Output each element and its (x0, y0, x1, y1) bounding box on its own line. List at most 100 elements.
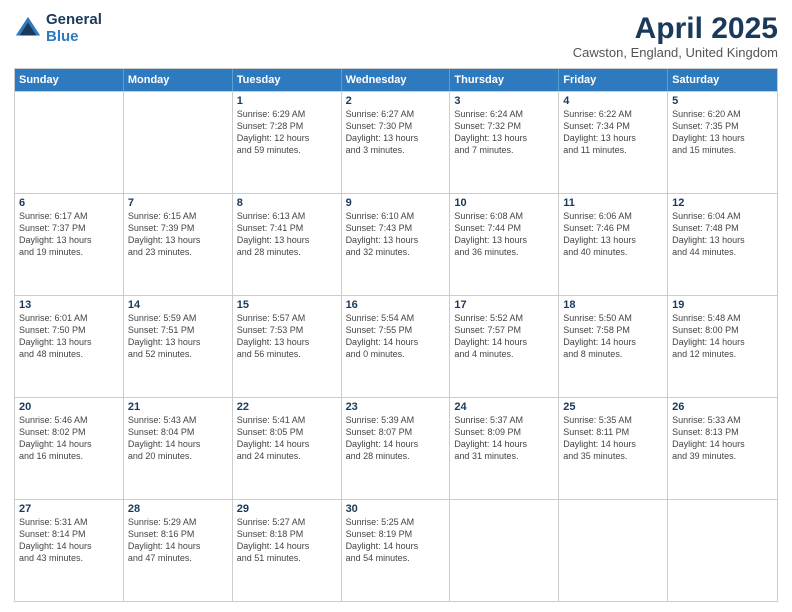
cal-cell-24: 24Sunrise: 5:37 AM Sunset: 8:09 PM Dayli… (450, 398, 559, 499)
cal-cell-25: 25Sunrise: 5:35 AM Sunset: 8:11 PM Dayli… (559, 398, 668, 499)
day-info: Sunrise: 5:25 AM Sunset: 8:19 PM Dayligh… (346, 516, 446, 565)
day-info: Sunrise: 6:01 AM Sunset: 7:50 PM Dayligh… (19, 312, 119, 361)
day-number: 17 (454, 299, 554, 311)
day-number: 7 (128, 197, 228, 209)
day-info: Sunrise: 6:15 AM Sunset: 7:39 PM Dayligh… (128, 210, 228, 259)
cal-cell-17: 17Sunrise: 5:52 AM Sunset: 7:57 PM Dayli… (450, 296, 559, 397)
day-info: Sunrise: 5:39 AM Sunset: 8:07 PM Dayligh… (346, 414, 446, 463)
day-info: Sunrise: 5:48 AM Sunset: 8:00 PM Dayligh… (672, 312, 773, 361)
weekday-header-monday: Monday (124, 69, 233, 91)
day-number: 1 (237, 95, 337, 107)
cal-cell-7: 7Sunrise: 6:15 AM Sunset: 7:39 PM Daylig… (124, 194, 233, 295)
cal-cell-9: 9Sunrise: 6:10 AM Sunset: 7:43 PM Daylig… (342, 194, 451, 295)
day-info: Sunrise: 6:13 AM Sunset: 7:41 PM Dayligh… (237, 210, 337, 259)
day-info: Sunrise: 6:20 AM Sunset: 7:35 PM Dayligh… (672, 108, 773, 157)
day-info: Sunrise: 6:06 AM Sunset: 7:46 PM Dayligh… (563, 210, 663, 259)
logo-general: General (46, 12, 102, 29)
week-row-3: 20Sunrise: 5:46 AM Sunset: 8:02 PM Dayli… (15, 397, 777, 499)
logo-blue: Blue (46, 29, 102, 46)
cal-cell-21: 21Sunrise: 5:43 AM Sunset: 8:04 PM Dayli… (124, 398, 233, 499)
day-number: 12 (672, 197, 773, 209)
day-info: Sunrise: 6:10 AM Sunset: 7:43 PM Dayligh… (346, 210, 446, 259)
cal-cell-3: 3Sunrise: 6:24 AM Sunset: 7:32 PM Daylig… (450, 92, 559, 193)
week-row-4: 27Sunrise: 5:31 AM Sunset: 8:14 PM Dayli… (15, 499, 777, 601)
weekday-header-saturday: Saturday (668, 69, 777, 91)
day-number: 3 (454, 95, 554, 107)
cal-cell-empty-0-1 (124, 92, 233, 193)
day-number: 6 (19, 197, 119, 209)
day-number: 11 (563, 197, 663, 209)
day-info: Sunrise: 5:41 AM Sunset: 8:05 PM Dayligh… (237, 414, 337, 463)
day-info: Sunrise: 5:43 AM Sunset: 8:04 PM Dayligh… (128, 414, 228, 463)
calendar-body: 1Sunrise: 6:29 AM Sunset: 7:28 PM Daylig… (15, 91, 777, 601)
cal-cell-15: 15Sunrise: 5:57 AM Sunset: 7:53 PM Dayli… (233, 296, 342, 397)
cal-cell-empty-4-5 (559, 500, 668, 601)
day-info: Sunrise: 5:37 AM Sunset: 8:09 PM Dayligh… (454, 414, 554, 463)
cal-cell-12: 12Sunrise: 6:04 AM Sunset: 7:48 PM Dayli… (668, 194, 777, 295)
cal-cell-18: 18Sunrise: 5:50 AM Sunset: 7:58 PM Dayli… (559, 296, 668, 397)
day-number: 22 (237, 401, 337, 413)
cal-cell-29: 29Sunrise: 5:27 AM Sunset: 8:18 PM Dayli… (233, 500, 342, 601)
cal-cell-20: 20Sunrise: 5:46 AM Sunset: 8:02 PM Dayli… (15, 398, 124, 499)
title-block: April 2025 Cawston, England, United King… (573, 12, 778, 60)
day-info: Sunrise: 5:27 AM Sunset: 8:18 PM Dayligh… (237, 516, 337, 565)
day-info: Sunrise: 5:59 AM Sunset: 7:51 PM Dayligh… (128, 312, 228, 361)
cal-cell-6: 6Sunrise: 6:17 AM Sunset: 7:37 PM Daylig… (15, 194, 124, 295)
day-number: 28 (128, 503, 228, 515)
day-info: Sunrise: 6:22 AM Sunset: 7:34 PM Dayligh… (563, 108, 663, 157)
day-info: Sunrise: 6:29 AM Sunset: 7:28 PM Dayligh… (237, 108, 337, 157)
cal-cell-1: 1Sunrise: 6:29 AM Sunset: 7:28 PM Daylig… (233, 92, 342, 193)
day-number: 4 (563, 95, 663, 107)
day-number: 10 (454, 197, 554, 209)
logo: General Blue (14, 12, 102, 45)
header: General Blue April 2025 Cawston, England… (14, 12, 778, 60)
day-info: Sunrise: 5:31 AM Sunset: 8:14 PM Dayligh… (19, 516, 119, 565)
day-info: Sunrise: 5:54 AM Sunset: 7:55 PM Dayligh… (346, 312, 446, 361)
day-info: Sunrise: 5:33 AM Sunset: 8:13 PM Dayligh… (672, 414, 773, 463)
weekday-header-friday: Friday (559, 69, 668, 91)
day-info: Sunrise: 5:29 AM Sunset: 8:16 PM Dayligh… (128, 516, 228, 565)
day-info: Sunrise: 5:46 AM Sunset: 8:02 PM Dayligh… (19, 414, 119, 463)
day-number: 8 (237, 197, 337, 209)
day-number: 15 (237, 299, 337, 311)
weekday-header-thursday: Thursday (450, 69, 559, 91)
day-info: Sunrise: 6:17 AM Sunset: 7:37 PM Dayligh… (19, 210, 119, 259)
cal-cell-2: 2Sunrise: 6:27 AM Sunset: 7:30 PM Daylig… (342, 92, 451, 193)
cal-cell-28: 28Sunrise: 5:29 AM Sunset: 8:16 PM Dayli… (124, 500, 233, 601)
day-number: 18 (563, 299, 663, 311)
day-number: 19 (672, 299, 773, 311)
cal-cell-empty-4-4 (450, 500, 559, 601)
day-info: Sunrise: 5:35 AM Sunset: 8:11 PM Dayligh… (563, 414, 663, 463)
day-number: 20 (19, 401, 119, 413)
logo-icon (14, 15, 42, 43)
day-number: 23 (346, 401, 446, 413)
page: General Blue April 2025 Cawston, England… (0, 0, 792, 612)
day-number: 29 (237, 503, 337, 515)
cal-cell-23: 23Sunrise: 5:39 AM Sunset: 8:07 PM Dayli… (342, 398, 451, 499)
cal-cell-22: 22Sunrise: 5:41 AM Sunset: 8:05 PM Dayli… (233, 398, 342, 499)
cal-cell-empty-4-6 (668, 500, 777, 601)
cal-cell-empty-0-0 (15, 92, 124, 193)
weekday-header-wednesday: Wednesday (342, 69, 451, 91)
cal-cell-19: 19Sunrise: 5:48 AM Sunset: 8:00 PM Dayli… (668, 296, 777, 397)
cal-cell-13: 13Sunrise: 6:01 AM Sunset: 7:50 PM Dayli… (15, 296, 124, 397)
day-info: Sunrise: 5:50 AM Sunset: 7:58 PM Dayligh… (563, 312, 663, 361)
day-number: 24 (454, 401, 554, 413)
day-info: Sunrise: 6:27 AM Sunset: 7:30 PM Dayligh… (346, 108, 446, 157)
week-row-2: 13Sunrise: 6:01 AM Sunset: 7:50 PM Dayli… (15, 295, 777, 397)
location: Cawston, England, United Kingdom (573, 45, 778, 60)
calendar: SundayMondayTuesdayWednesdayThursdayFrid… (14, 68, 778, 602)
day-number: 16 (346, 299, 446, 311)
day-number: 21 (128, 401, 228, 413)
month-title: April 2025 (573, 12, 778, 45)
cal-cell-30: 30Sunrise: 5:25 AM Sunset: 8:19 PM Dayli… (342, 500, 451, 601)
day-number: 30 (346, 503, 446, 515)
day-number: 9 (346, 197, 446, 209)
cal-cell-5: 5Sunrise: 6:20 AM Sunset: 7:35 PM Daylig… (668, 92, 777, 193)
logo-text: General Blue (46, 12, 102, 45)
day-number: 26 (672, 401, 773, 413)
day-number: 13 (19, 299, 119, 311)
cal-cell-4: 4Sunrise: 6:22 AM Sunset: 7:34 PM Daylig… (559, 92, 668, 193)
weekday-header-tuesday: Tuesday (233, 69, 342, 91)
cal-cell-26: 26Sunrise: 5:33 AM Sunset: 8:13 PM Dayli… (668, 398, 777, 499)
